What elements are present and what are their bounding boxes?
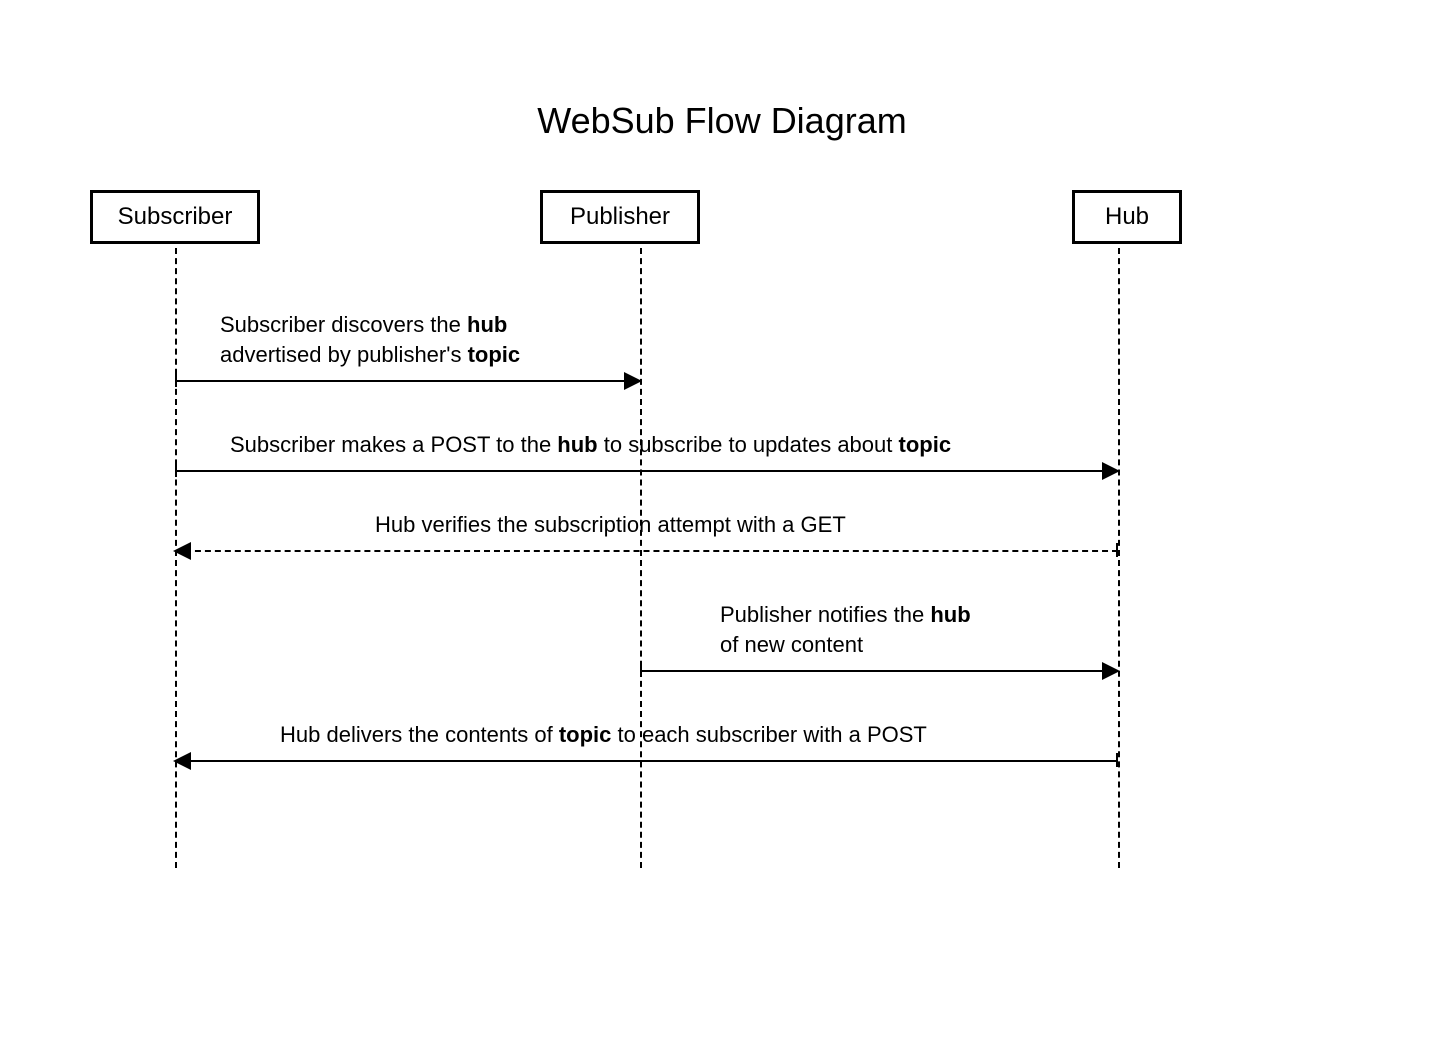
actor-subscriber: Subscriber [90, 190, 260, 244]
message-5-label: Hub delivers the contents of topic to ea… [280, 720, 927, 750]
message-3-label: Hub verifies the subscription attempt wi… [375, 510, 846, 540]
lifeline-publisher [640, 248, 642, 868]
actor-hub: Hub [1072, 190, 1182, 244]
actor-publisher: Publisher [540, 190, 700, 244]
message-4-label: Publisher notifies the hub of new conten… [720, 600, 971, 659]
message-1-label: Subscriber discovers the hub advertised … [220, 310, 520, 369]
diagram-title: WebSub Flow Diagram [0, 100, 1444, 142]
message-2-label: Subscriber makes a POST to the hub to su… [230, 430, 951, 460]
lifeline-hub [1118, 248, 1120, 868]
websub-sequence-diagram: WebSub Flow Diagram Subscriber Publisher… [0, 0, 1444, 1058]
